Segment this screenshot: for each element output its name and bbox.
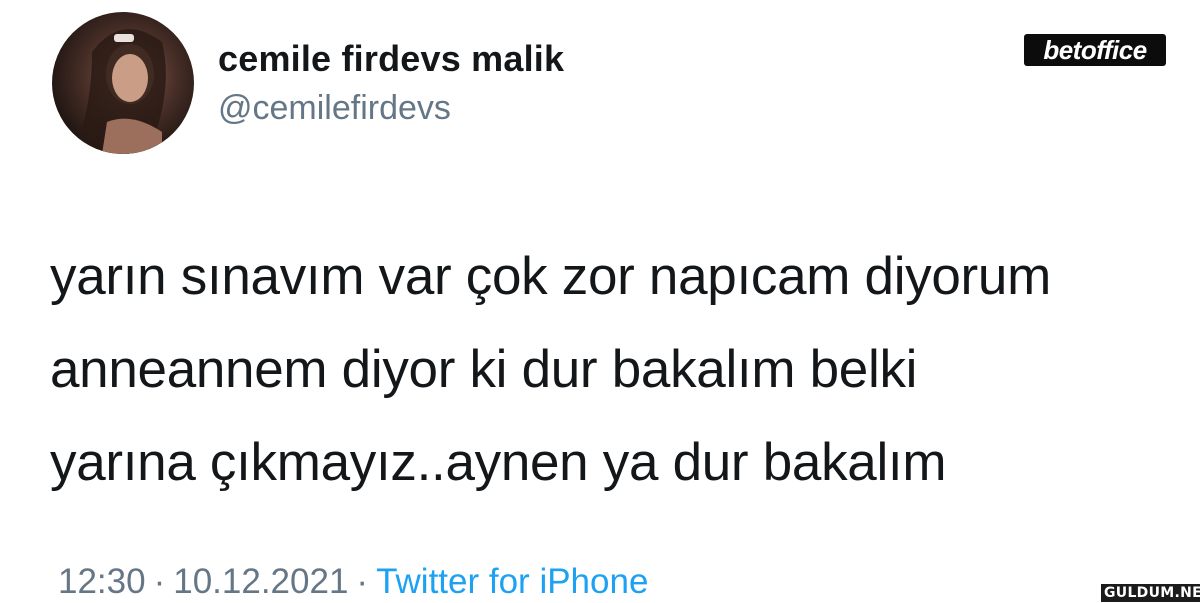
- user-handle[interactable]: @cemilefirdevs: [218, 89, 451, 128]
- tweet-time[interactable]: 12:30: [58, 562, 146, 601]
- tweet-text: yarın sınavım var çok zor napıcam diyoru…: [50, 230, 1170, 509]
- tweet-date[interactable]: 10.12.2021: [173, 562, 348, 601]
- meta-separator: ·: [153, 562, 166, 601]
- tweet-line: anneannem diyor ki dur bakalım belki: [50, 340, 918, 399]
- tweet-source-link[interactable]: Twitter for iPhone: [376, 562, 648, 601]
- tweet-metadata: 12:30 · 10.12.2021 · Twitter for iPhone: [58, 562, 648, 602]
- site-watermark: GULDUM.NET: [1101, 584, 1200, 602]
- display-name[interactable]: cemile firdevs malik: [218, 38, 564, 80]
- brand-logo: betoffice: [1024, 34, 1166, 66]
- tweet-line: yarına çıkmayız..aynen ya dur bakalım: [50, 433, 947, 492]
- tweet-line: yarın sınavım var çok zor napıcam diyoru…: [50, 247, 1051, 306]
- avatar-photo: [72, 29, 182, 154]
- meta-separator: ·: [356, 562, 369, 601]
- avatar[interactable]: [52, 12, 194, 154]
- tweet-card: cemile firdevs malik @cemilefirdevs beto…: [0, 0, 1200, 603]
